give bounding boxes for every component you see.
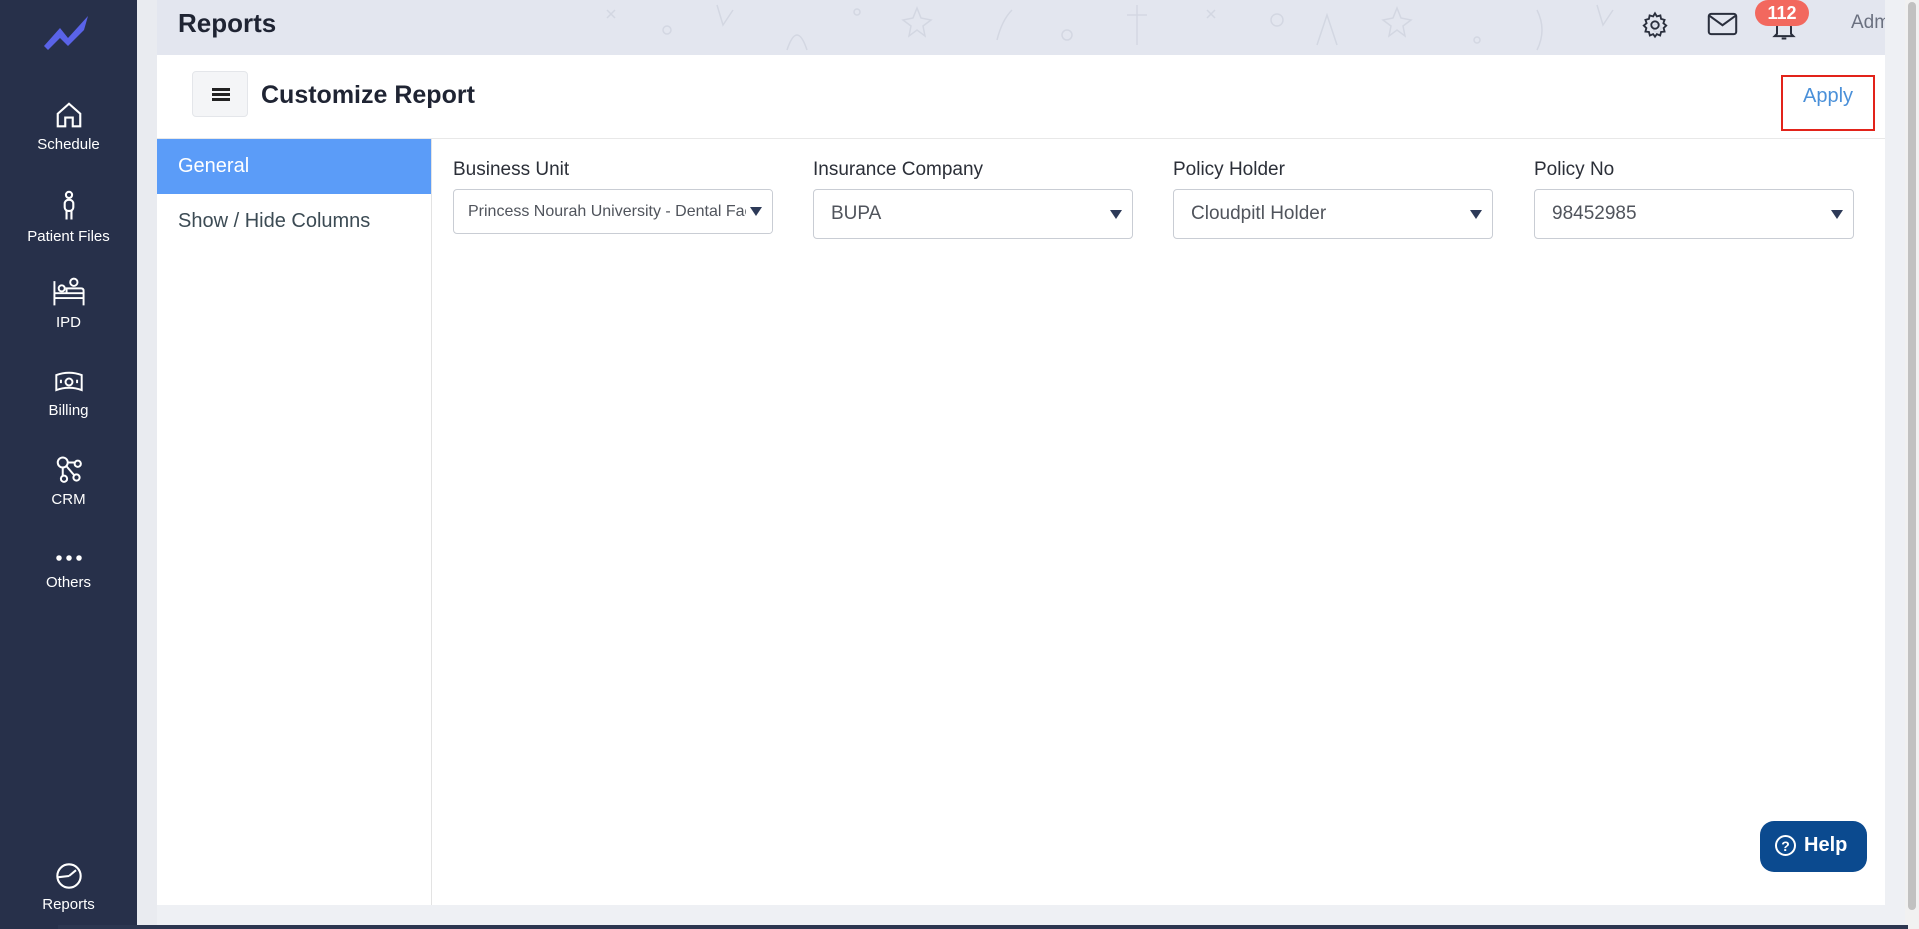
tab-general[interactable]: General [157, 139, 431, 194]
question-icon: ? [1775, 835, 1796, 856]
business-unit-label: Business Unit [453, 159, 570, 180]
policy-no-value: 98452985 [1552, 203, 1637, 224]
gear-icon[interactable] [1641, 11, 1669, 39]
hamburger-icon [212, 98, 230, 101]
sidebar-item-label: Others [45, 574, 91, 591]
notification-badge[interactable]: 112 [1755, 0, 1809, 26]
policy-holder-field: Policy Holder Cloudpitl Holder [1173, 159, 1493, 239]
sidebar-item-billing[interactable]: Billing [0, 368, 137, 419]
policy-holder-label: Policy Holder [1173, 159, 1285, 180]
insurance-company-select[interactable]: BUPA [813, 189, 1133, 239]
chevron-down-icon [1831, 210, 1843, 219]
home-icon [56, 102, 81, 128]
sidebar-item-label: IPD [55, 314, 81, 331]
panel-header: Customize Report Apply [157, 55, 1885, 139]
person-icon [63, 190, 74, 220]
tab-show-hide-columns[interactable]: Show / Hide Columns [157, 194, 431, 249]
reports-chart-icon [55, 863, 82, 889]
hamburger-icon [212, 93, 230, 96]
policy-no-label: Policy No [1534, 159, 1615, 180]
policy-holder-value: Cloudpitl Holder [1191, 203, 1327, 224]
layout-gutter [137, 0, 157, 929]
sidebar-item-label: Reports [42, 896, 95, 913]
business-unit-select[interactable]: Princess Nourah University - Dental Facu… [453, 189, 773, 234]
bottom-strip [58, 925, 1908, 929]
insurance-company-field: Insurance Company BUPA [813, 159, 1133, 239]
celebration-pattern [606, 4, 1662, 51]
business-unit-field: Business Unit Princess Nourah University… [453, 159, 773, 234]
insurance-company-label: Insurance Company [813, 159, 984, 180]
sidebar-item-ipd[interactable]: IPD [0, 276, 137, 331]
top-header: Reports 112 Administrator [157, 0, 1885, 55]
chevron-down-icon [1470, 210, 1482, 219]
hamburger-icon [212, 88, 230, 91]
scrollbar[interactable] [1905, 0, 1919, 929]
chevron-down-icon [750, 207, 762, 216]
money-icon [54, 371, 83, 392]
customize-report-panel: Customize Report Apply General Show / Hi… [157, 55, 1885, 905]
menu-toggle-button[interactable] [192, 71, 248, 117]
policy-no-field: Policy No 98452985 [1534, 159, 1854, 239]
sidebar-item-label: Billing [48, 402, 89, 419]
chevron-down-icon [1110, 210, 1122, 219]
sidebar-item-label: CRM [51, 491, 86, 508]
sidebar-item-schedule[interactable]: Schedule [0, 100, 137, 153]
settings-nav: General Show / Hide Columns [157, 139, 432, 905]
policy-holder-select[interactable]: Cloudpitl Holder [1173, 189, 1493, 239]
help-label: Help [1804, 834, 1848, 856]
sidebar: Schedule Patient Files IPD Billing CRM O… [0, 0, 137, 929]
mail-icon[interactable] [1707, 12, 1738, 36]
help-button[interactable]: ? Help [1760, 821, 1867, 872]
network-icon [56, 456, 82, 483]
bed-icon [52, 277, 85, 306]
business-unit-value: Princess Nourah University - Dental Facu… [468, 203, 773, 220]
insurance-company-value: BUPA [831, 203, 882, 224]
sidebar-item-label: Patient Files [27, 228, 110, 245]
page-title: Reports [178, 8, 277, 38]
app-logo-icon[interactable] [40, 10, 96, 50]
sidebar-item-reports[interactable]: Reports [0, 862, 137, 913]
sidebar-item-patient-files[interactable]: Patient Files [0, 190, 137, 245]
more-dots-icon [55, 555, 82, 561]
sidebar-item-others[interactable]: Others [0, 548, 137, 591]
panel-title: Customize Report [261, 81, 475, 109]
user-name[interactable]: Administrator [1851, 12, 1885, 34]
sidebar-item-label: Schedule [37, 136, 100, 153]
policy-no-select[interactable]: 98452985 [1534, 189, 1854, 239]
sidebar-item-crm[interactable]: CRM [0, 455, 137, 508]
scrollbar-thumb[interactable] [1908, 2, 1916, 910]
apply-button[interactable]: Apply [1803, 85, 1853, 108]
